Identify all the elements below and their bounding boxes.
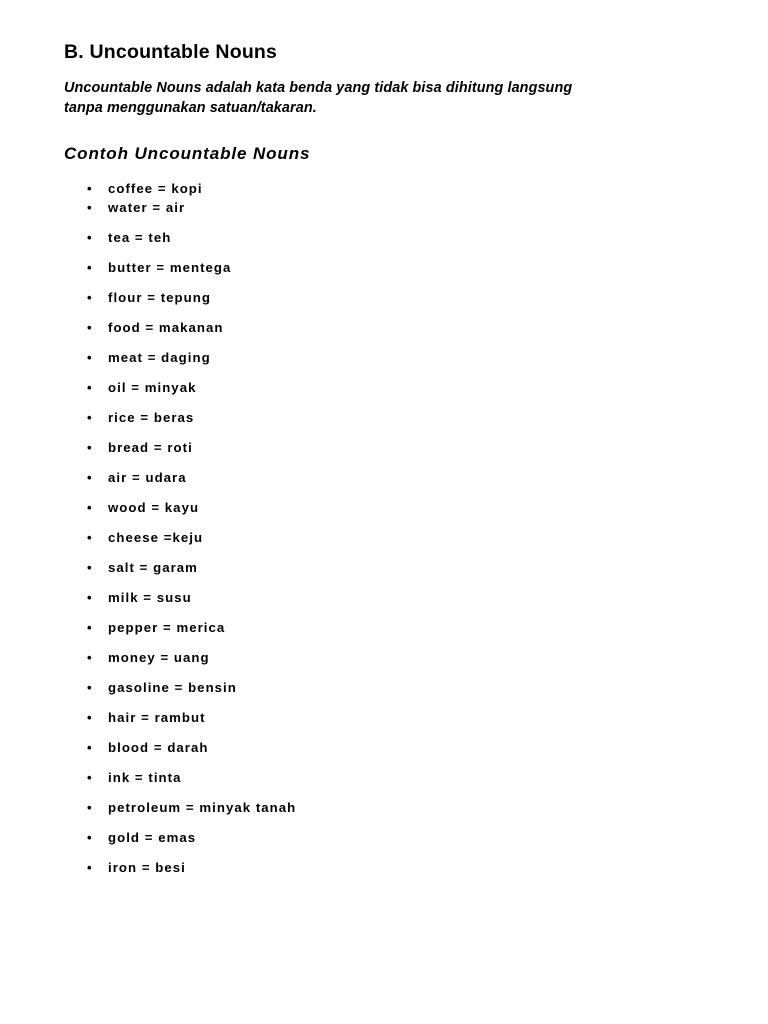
list-item: coffee = kopi — [64, 179, 712, 198]
list-item: food = makanan — [64, 318, 712, 337]
intro-paragraph: Uncountable Nouns adalah kata benda yang… — [64, 78, 711, 118]
list-item: money = uang — [64, 648, 712, 667]
list-item: butter = mentega — [64, 258, 712, 277]
list-item: gold = emas — [64, 828, 712, 847]
list-item: cheese =keju — [64, 528, 712, 547]
intro-paragraph-line-2: tanpa menggunakan satuan/takaran. — [64, 100, 317, 117]
list-item: meat = daging — [64, 348, 712, 367]
list-item: blood = darah — [64, 738, 712, 757]
list-item: tea = teh — [64, 228, 712, 247]
document-page: B. Uncountable Nouns Uncountable Nouns a… — [0, 0, 768, 1024]
page-title: B. Uncountable Nouns — [64, 41, 278, 63]
list-item: rice = beras — [64, 408, 712, 427]
list-item: petroleum = minyak tanah — [64, 798, 712, 817]
list-item: oil = minyak — [64, 378, 712, 397]
list-item: bread = roti — [64, 438, 712, 457]
list-item: water = air — [64, 198, 712, 217]
list-item: gasoline = bensin — [64, 678, 712, 697]
list-item: ink = tinta — [64, 768, 712, 787]
list-item: wood = kayu — [64, 498, 712, 517]
list-item: milk = susu — [64, 588, 712, 607]
intro-paragraph-line-1: Uncountable Nouns adalah kata benda yang… — [64, 80, 573, 97]
list-item: salt = garam — [64, 558, 712, 577]
list-item: hair = rambut — [64, 708, 712, 727]
list-item: flour = tepung — [64, 288, 712, 307]
list-item: iron = besi — [64, 858, 712, 877]
list-item: air = udara — [64, 468, 712, 487]
uncountable-noun-list: coffee = kopiwater = air tea = teh butter … — [64, 179, 712, 877]
document-content: B. Uncountable Nouns Uncountable Nouns a… — [64, 40, 712, 877]
examples-subheading: Contoh Uncountable Nouns — [64, 144, 311, 164]
list-item: pepper = merica — [64, 618, 712, 637]
